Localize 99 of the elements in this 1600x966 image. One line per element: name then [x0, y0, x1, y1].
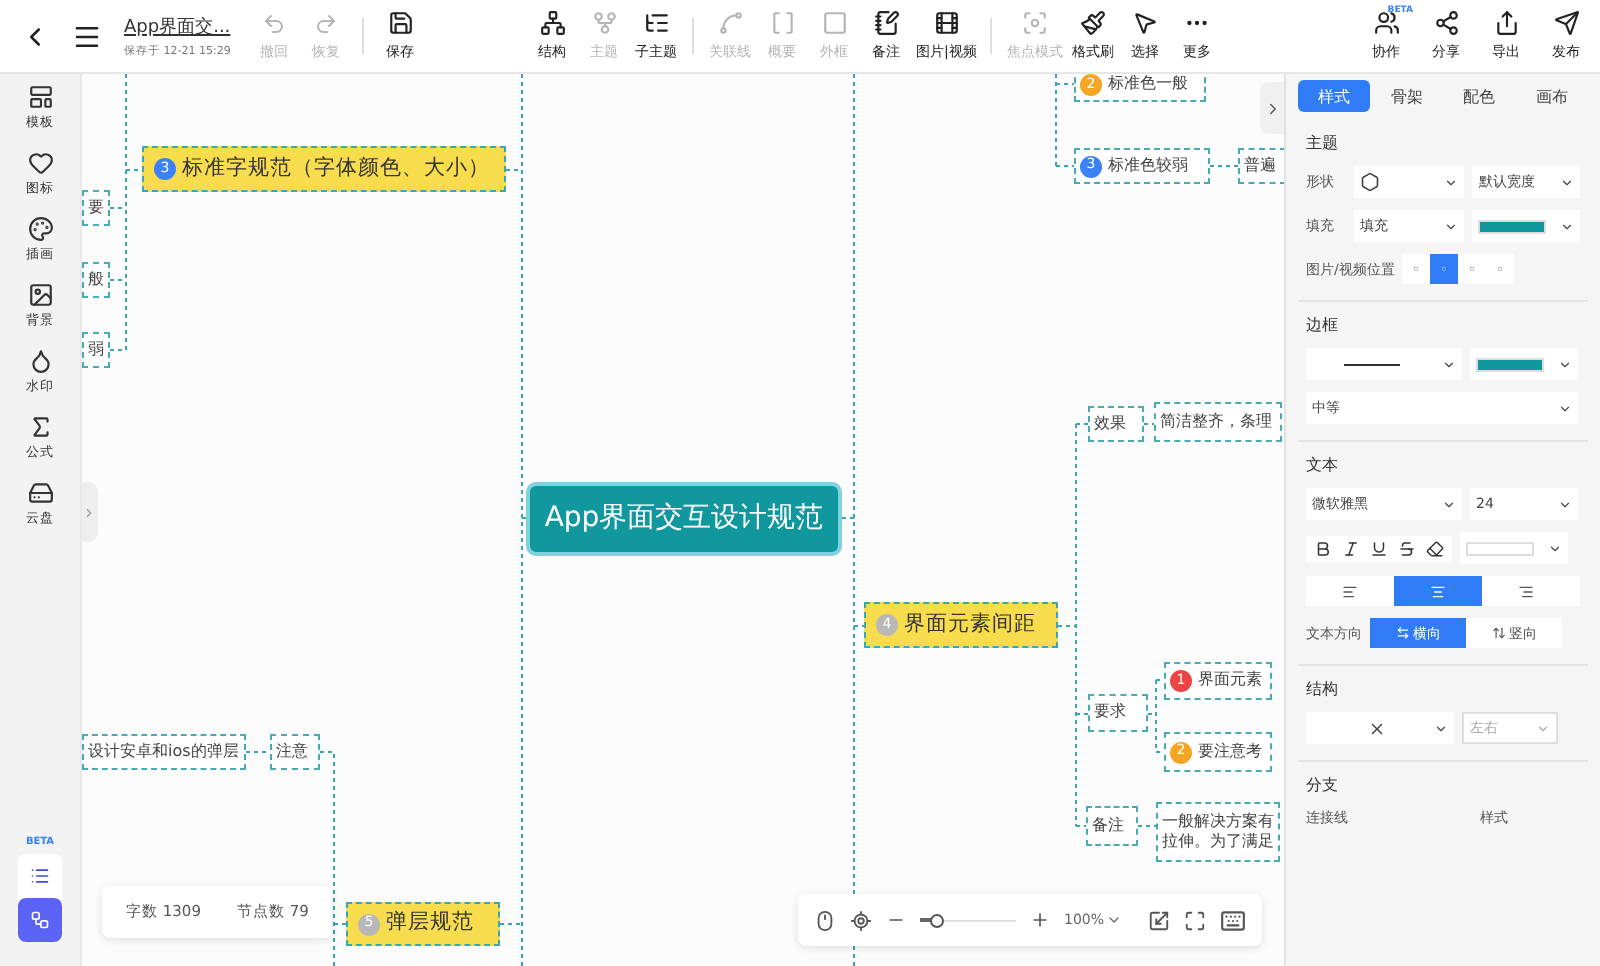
eraser-button[interactable]: [1426, 539, 1444, 557]
caret-icon: [1558, 497, 1572, 511]
panel-tab[interactable]: 配色: [1443, 80, 1516, 112]
save-icon: [387, 10, 413, 36]
subtopic-node[interactable]: 备注: [1086, 806, 1138, 846]
caret-icon: [1560, 175, 1574, 189]
fullscreen-icon[interactable]: [1184, 909, 1206, 931]
fill-color-dropdown[interactable]: [1472, 210, 1580, 242]
caret-icon: [1444, 175, 1459, 189]
panel-tab[interactable]: 骨架: [1370, 80, 1443, 112]
subtopic-icon: [643, 10, 669, 36]
document-title[interactable]: App界面交...: [124, 14, 240, 40]
subtopic-node[interactable]: 简洁整齐，条理: [1154, 402, 1282, 442]
caret-icon: [1444, 219, 1459, 233]
keyboard-icon[interactable]: [1220, 907, 1246, 933]
subtopic-node[interactable]: 要: [82, 190, 110, 226]
heart-icon: [27, 150, 53, 176]
caret-icon: [1106, 912, 1122, 928]
focus-icon: [1021, 10, 1048, 36]
shape-dropdown[interactable]: [1354, 166, 1465, 198]
underline-icon: [1370, 539, 1388, 557]
redo-icon: [314, 11, 338, 35]
subtopic-node[interactable]: 设计安卓和ios的弹层: [82, 734, 246, 770]
subtopic-node[interactable]: 要求: [1088, 694, 1148, 732]
cross-icon: [1368, 719, 1386, 737]
note-icon: [873, 10, 899, 36]
subtopic-node[interactable]: 普遍: [1238, 148, 1284, 184]
summary-icon: [769, 10, 795, 36]
caret-icon: [1558, 357, 1572, 371]
sigma-icon: [27, 414, 53, 440]
panel-tab[interactable]: 画布: [1515, 80, 1588, 112]
fit-icon[interactable]: [1148, 909, 1170, 931]
topic-icon: [591, 10, 617, 36]
caret-icon: [1442, 497, 1456, 511]
subtopic-node[interactable]: 注意: [270, 734, 320, 770]
frame-icon: [821, 10, 847, 36]
image-icon: [27, 282, 53, 308]
connector-line: [245, 751, 271, 753]
italic-icon: [1342, 539, 1360, 557]
align-left-icon: [1342, 583, 1358, 599]
share-icon: [1433, 10, 1459, 36]
subtopic-node[interactable]: 般: [82, 262, 110, 298]
structure-icon: [539, 10, 565, 36]
chevron-icon: [82, 505, 96, 519]
template-icon: [27, 84, 53, 110]
align-center-icon: [1430, 583, 1446, 599]
position-option[interactable]: [1430, 254, 1459, 284]
media-icon: [933, 10, 960, 36]
pointer-icon: [1131, 10, 1158, 36]
vertical-icon: [1491, 626, 1505, 640]
connector-line: [1137, 825, 1157, 827]
horizontal-icon: [1395, 626, 1409, 640]
export-icon: [1493, 10, 1519, 36]
mindmap-view-button[interactable]: [18, 898, 62, 942]
border-color-dropdown[interactable]: [1470, 348, 1578, 380]
line-style-dropdown[interactable]: [1306, 348, 1462, 380]
align-right-icon: [1518, 583, 1534, 599]
panel-tab[interactable]: 样式: [1298, 80, 1370, 112]
slider-thumb[interactable]: [930, 913, 945, 927]
caret-icon: [1560, 219, 1574, 233]
users-icon: [1373, 10, 1399, 36]
caret-icon: [1548, 541, 1562, 555]
caret-icon: [1434, 721, 1448, 735]
section-title: 文本: [1306, 454, 1340, 476]
section-title: 结构: [1306, 678, 1340, 700]
caret-icon: [1536, 721, 1550, 735]
section-title: 主题: [1306, 132, 1340, 154]
bold-icon: [1314, 539, 1332, 557]
underline-button[interactable]: [1370, 539, 1388, 557]
undo-icon: [262, 11, 286, 35]
relation-line-icon: [717, 10, 743, 36]
list-icon: [30, 864, 50, 888]
section-title: 分支: [1306, 774, 1340, 796]
drive-icon: [27, 480, 53, 506]
connector-line: [1209, 165, 1239, 167]
subtopic-node[interactable]: 弱: [82, 332, 110, 368]
brush-icon: [1079, 10, 1106, 36]
section-title: 边框: [1306, 314, 1340, 336]
eraser-icon: [1426, 539, 1444, 557]
connector-line: [1143, 423, 1155, 425]
expand-handle[interactable]: [82, 482, 98, 542]
caret-icon: [1558, 401, 1572, 415]
strikethrough-button[interactable]: [1398, 539, 1416, 557]
zoom-in-icon[interactable]: [1029, 910, 1050, 930]
hexagon-icon: [1360, 172, 1380, 192]
italic-button[interactable]: [1342, 539, 1360, 557]
mouse-icon[interactable]: [814, 909, 836, 931]
strikethrough-icon: [1398, 539, 1416, 557]
text-color-dropdown[interactable]: [1460, 532, 1568, 564]
palette-icon: [27, 216, 53, 242]
caret-icon: [1442, 357, 1456, 371]
line-icon: [1344, 363, 1400, 365]
subtopic-node[interactable]: 一般解决方案有拉伸。为了满足: [1156, 802, 1280, 862]
subtopic-node[interactable]: 效果: [1088, 406, 1144, 442]
locate-icon[interactable]: [850, 909, 872, 931]
send-icon: [1553, 10, 1579, 36]
mindmap-icon: [30, 908, 50, 932]
bold-button[interactable]: [1314, 539, 1332, 557]
droplet-icon: [27, 348, 53, 374]
